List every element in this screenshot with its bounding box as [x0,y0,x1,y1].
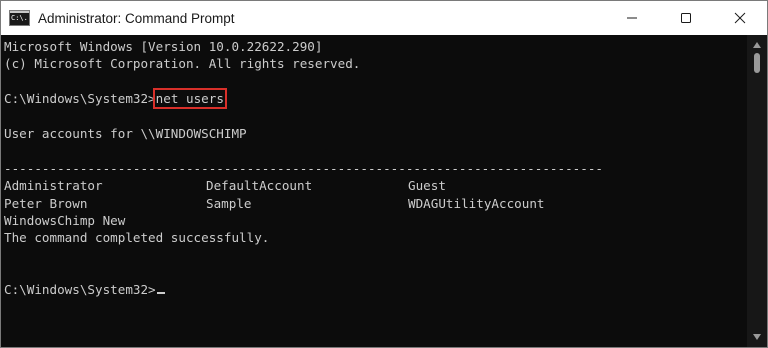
highlighted-command: net users [152,88,227,110]
window-title: Administrator: Command Prompt [38,10,235,26]
cmd-app-icon[interactable]: C:\. [9,10,30,26]
prompt-text: C:\Windows\System32> [4,282,156,298]
arrow-down-icon [753,334,761,340]
command-line: C:\Windows\System32>net users [4,88,747,110]
account-row: Peter Brown Sample WDAGUtilityAccount [4,195,747,212]
account-name: Sample [206,195,252,211]
account-name: WDAGUtilityAccount [408,195,545,211]
separator-line: ----------------------------------------… [4,160,603,176]
account-name: Guest [408,178,446,194]
close-icon [734,12,746,24]
command-prompt-window: C:\. Administrator: Command Prompt Micro… [0,0,768,348]
maximize-icon [681,13,691,23]
version-line: Microsoft Windows [Version 10.0.22622.29… [4,39,323,54]
scrollbar-thumb[interactable] [754,53,760,73]
current-prompt-line[interactable]: C:\Windows\System32> [4,281,747,298]
minimize-icon [627,17,637,19]
account-name: Peter Brown [4,195,88,211]
accounts-header: User accounts for \\WINDOWSCHIMP [4,125,247,141]
account-name: Administrator [4,178,103,194]
prompt-text: C:\Windows\System32> [4,91,156,107]
scroll-up-button[interactable] [747,37,767,53]
window-controls [605,1,767,35]
account-name: WindowsChimp New [4,212,126,228]
maximize-button[interactable] [659,1,713,35]
account-name: DefaultAccount [206,178,313,194]
close-button[interactable] [713,1,767,35]
minimize-button[interactable] [605,1,659,35]
account-row: WindowsChimp New [4,212,747,229]
arrow-up-icon [753,42,761,48]
scroll-down-button[interactable] [747,329,767,345]
account-row: Administrator DefaultAccount Guest [4,177,747,194]
copyright-line: (c) Microsoft Corporation. All rights re… [4,56,361,72]
vertical-scrollbar[interactable] [747,35,767,347]
title-bar[interactable]: C:\. Administrator: Command Prompt [1,1,767,35]
console-output[interactable]: Microsoft Windows [Version 10.0.22622.29… [1,35,747,347]
completion-message: The command completed successfully. [4,230,270,246]
text-cursor [156,292,165,295]
